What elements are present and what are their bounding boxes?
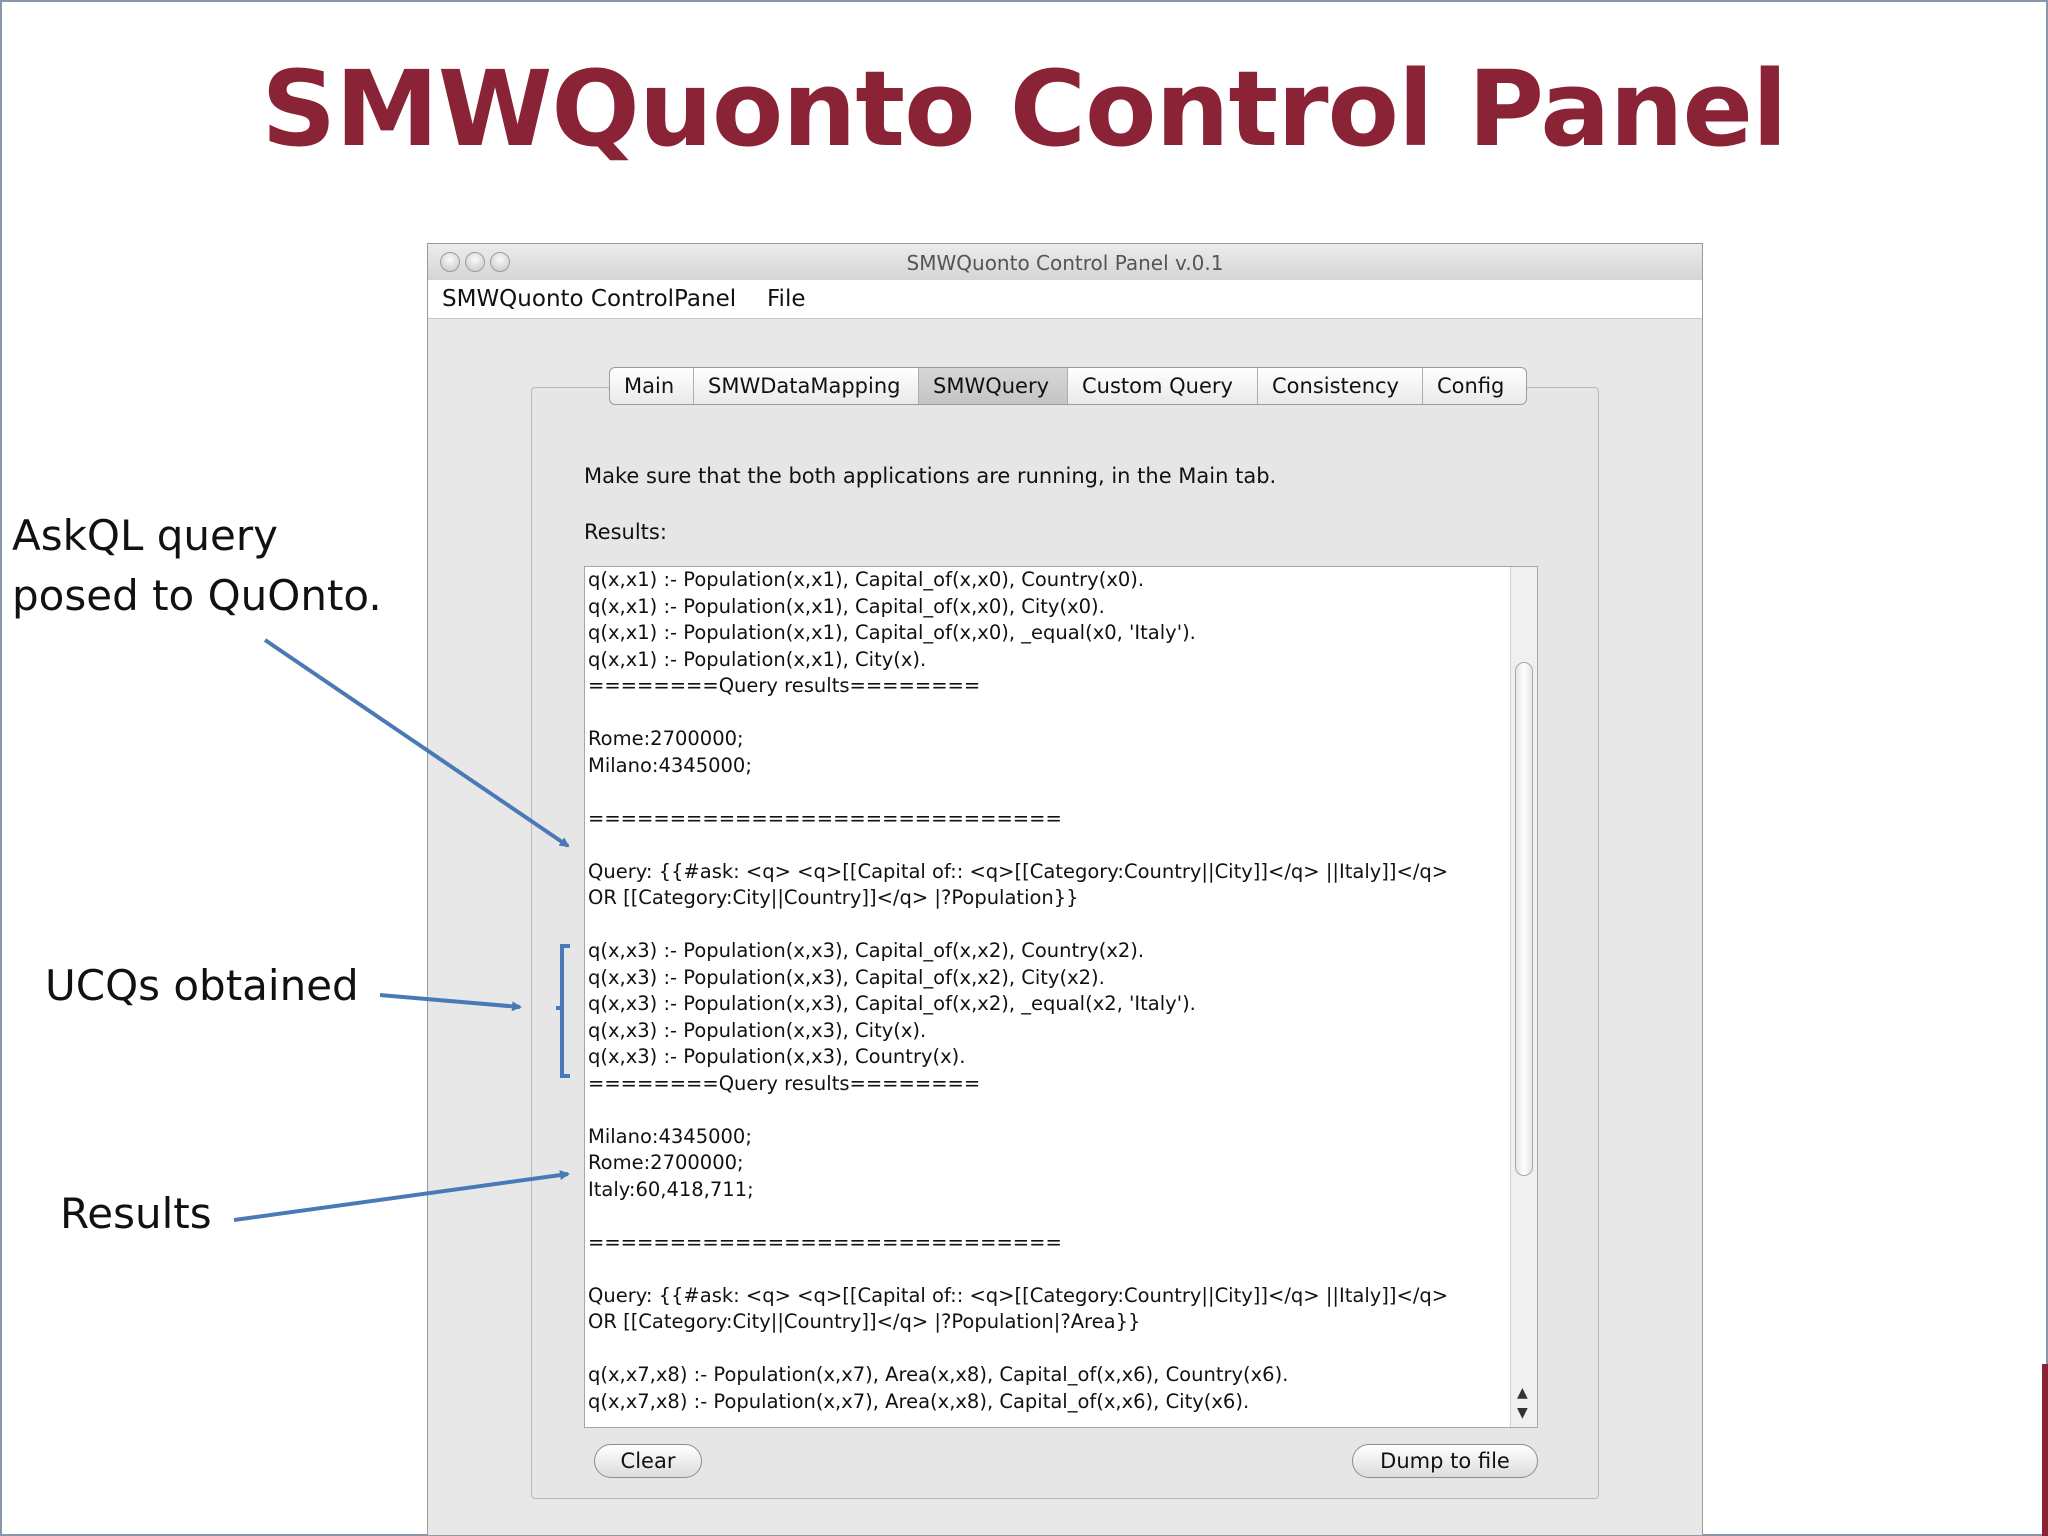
annotation-arrows bbox=[233, 638, 570, 1222]
arrow-results bbox=[233, 1170, 570, 1222]
arrow-ucqs bbox=[379, 993, 522, 1012]
arrow-askql bbox=[263, 638, 570, 848]
ucqs-bracket bbox=[560, 944, 570, 1078]
